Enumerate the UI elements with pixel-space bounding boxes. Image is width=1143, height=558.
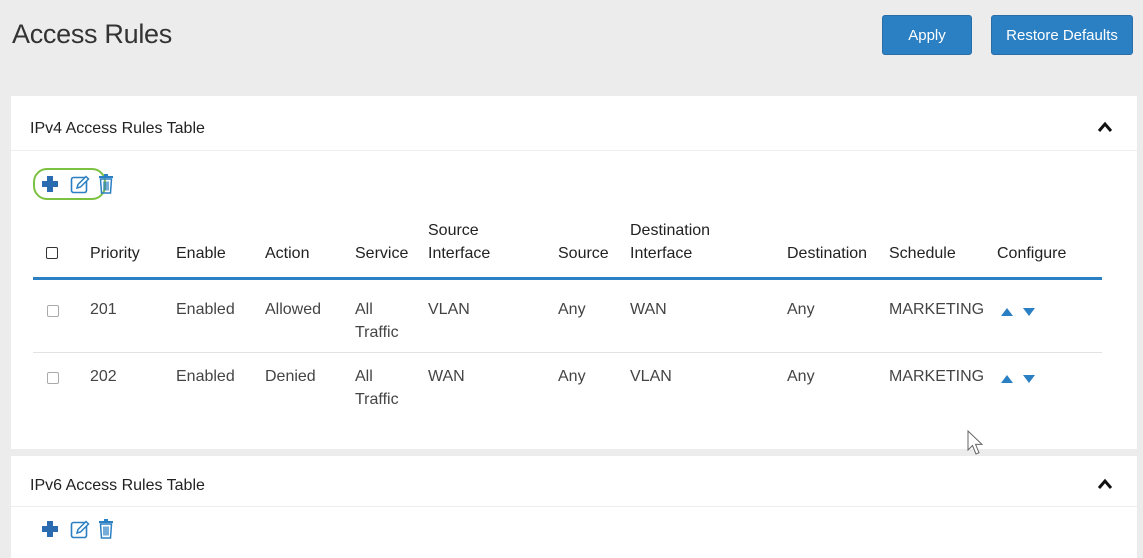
row-divider [33,352,1102,353]
cell-destination: Any [787,301,815,318]
column-header-configure[interactable]: Configure [997,243,1066,264]
column-header-destination-interface-line2[interactable]: Interface [630,243,692,264]
move-down-icon[interactable] [1023,375,1035,383]
ipv4-access-rules-panel: IPv4 Access Rules Table Priority Enable … [11,96,1137,449]
reorder-controls [1001,374,1041,386]
cell-priority: 202 [90,368,117,385]
chevron-up-icon[interactable] [1097,121,1113,133]
cell-service-line2: Traffic [355,391,399,408]
cell-schedule: MARKETING [889,368,985,385]
divider [11,506,1137,507]
cell-service-line2: Traffic [355,324,399,341]
cell-enable: Enabled [176,301,235,318]
trash-icon[interactable] [95,173,117,195]
chevron-up-icon[interactable] [1097,478,1113,490]
cell-destination-interface: WAN [630,301,667,318]
ipv6-toolbar [39,516,135,544]
column-header-service[interactable]: Service [355,243,408,264]
column-header-source-interface-line1[interactable]: Source [428,220,479,241]
page-header: Access Rules Apply Restore Defaults [0,0,1143,84]
plus-icon[interactable] [39,518,61,540]
column-header-priority[interactable]: Priority [90,243,140,264]
move-up-icon[interactable] [1001,375,1013,383]
ipv6-access-rules-panel: IPv6 Access Rules Table [11,456,1137,558]
column-header-source-interface-line2[interactable]: Interface [428,243,490,264]
move-down-icon[interactable] [1023,308,1035,316]
column-header-destination[interactable]: Destination [787,243,867,264]
cell-source-interface: VLAN [428,301,470,318]
cell-action: Denied [265,368,316,385]
cell-action: Allowed [265,301,322,318]
table-header-rule [33,277,1102,280]
cell-destination: Any [787,368,815,385]
cell-service-line1: All [355,368,373,385]
column-header-action[interactable]: Action [265,243,309,264]
ipv4-toolbar [33,168,135,200]
cell-source-interface: WAN [428,368,465,385]
row-checkbox[interactable] [47,372,59,384]
plus-icon[interactable] [39,173,61,195]
column-header-source[interactable]: Source [558,243,609,264]
mouse-cursor-icon [967,430,984,455]
select-all-checkbox[interactable] [46,247,58,259]
trash-icon[interactable] [95,518,117,540]
ipv6-panel-title: IPv6 Access Rules Table [30,477,205,494]
page-title: Access Rules [12,19,172,49]
edit-icon[interactable] [69,518,91,540]
row-checkbox[interactable] [47,305,59,317]
reorder-controls [1001,307,1041,319]
cell-enable: Enabled [176,368,235,385]
divider [11,150,1137,151]
cell-priority: 201 [90,301,117,318]
cell-source: Any [558,301,586,318]
cell-source: Any [558,368,586,385]
column-header-schedule[interactable]: Schedule [889,243,956,264]
apply-button[interactable]: Apply [882,15,972,55]
edit-icon[interactable] [69,173,91,195]
move-up-icon[interactable] [1001,308,1013,316]
cell-service-line1: All [355,301,373,318]
column-header-destination-interface-line1[interactable]: Destination [630,220,710,241]
cell-schedule: MARKETING [889,301,985,318]
ipv4-panel-title: IPv4 Access Rules Table [30,120,205,137]
column-header-enable[interactable]: Enable [176,243,226,264]
cell-destination-interface: VLAN [630,368,672,385]
restore-defaults-button[interactable]: Restore Defaults [991,15,1133,55]
